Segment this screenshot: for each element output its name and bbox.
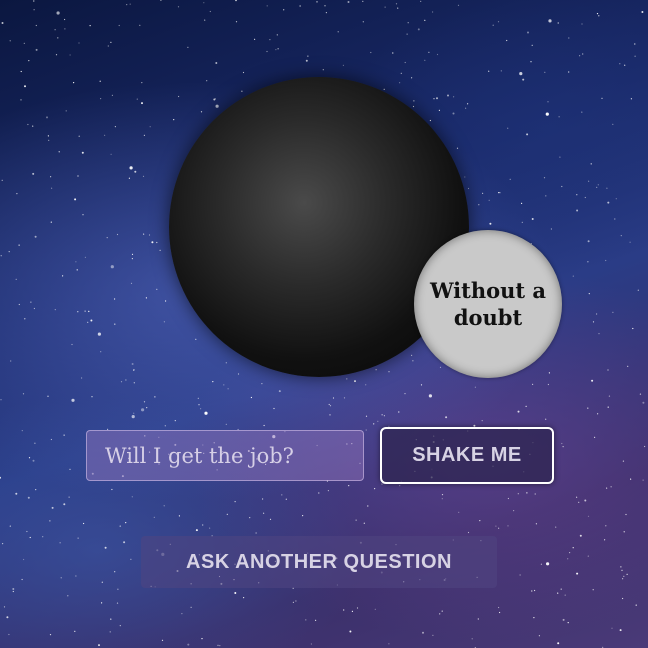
answer-window: Without a doubt <box>414 230 562 378</box>
ask-another-question-button[interactable]: ASK ANOTHER QUESTION <box>141 536 497 588</box>
magic-8-ball: Without a doubt <box>169 77 562 378</box>
answer-text: Without a doubt <box>429 278 547 330</box>
shake-me-button[interactable]: SHAKE ME <box>380 427 554 484</box>
question-input[interactable] <box>86 430 364 481</box>
